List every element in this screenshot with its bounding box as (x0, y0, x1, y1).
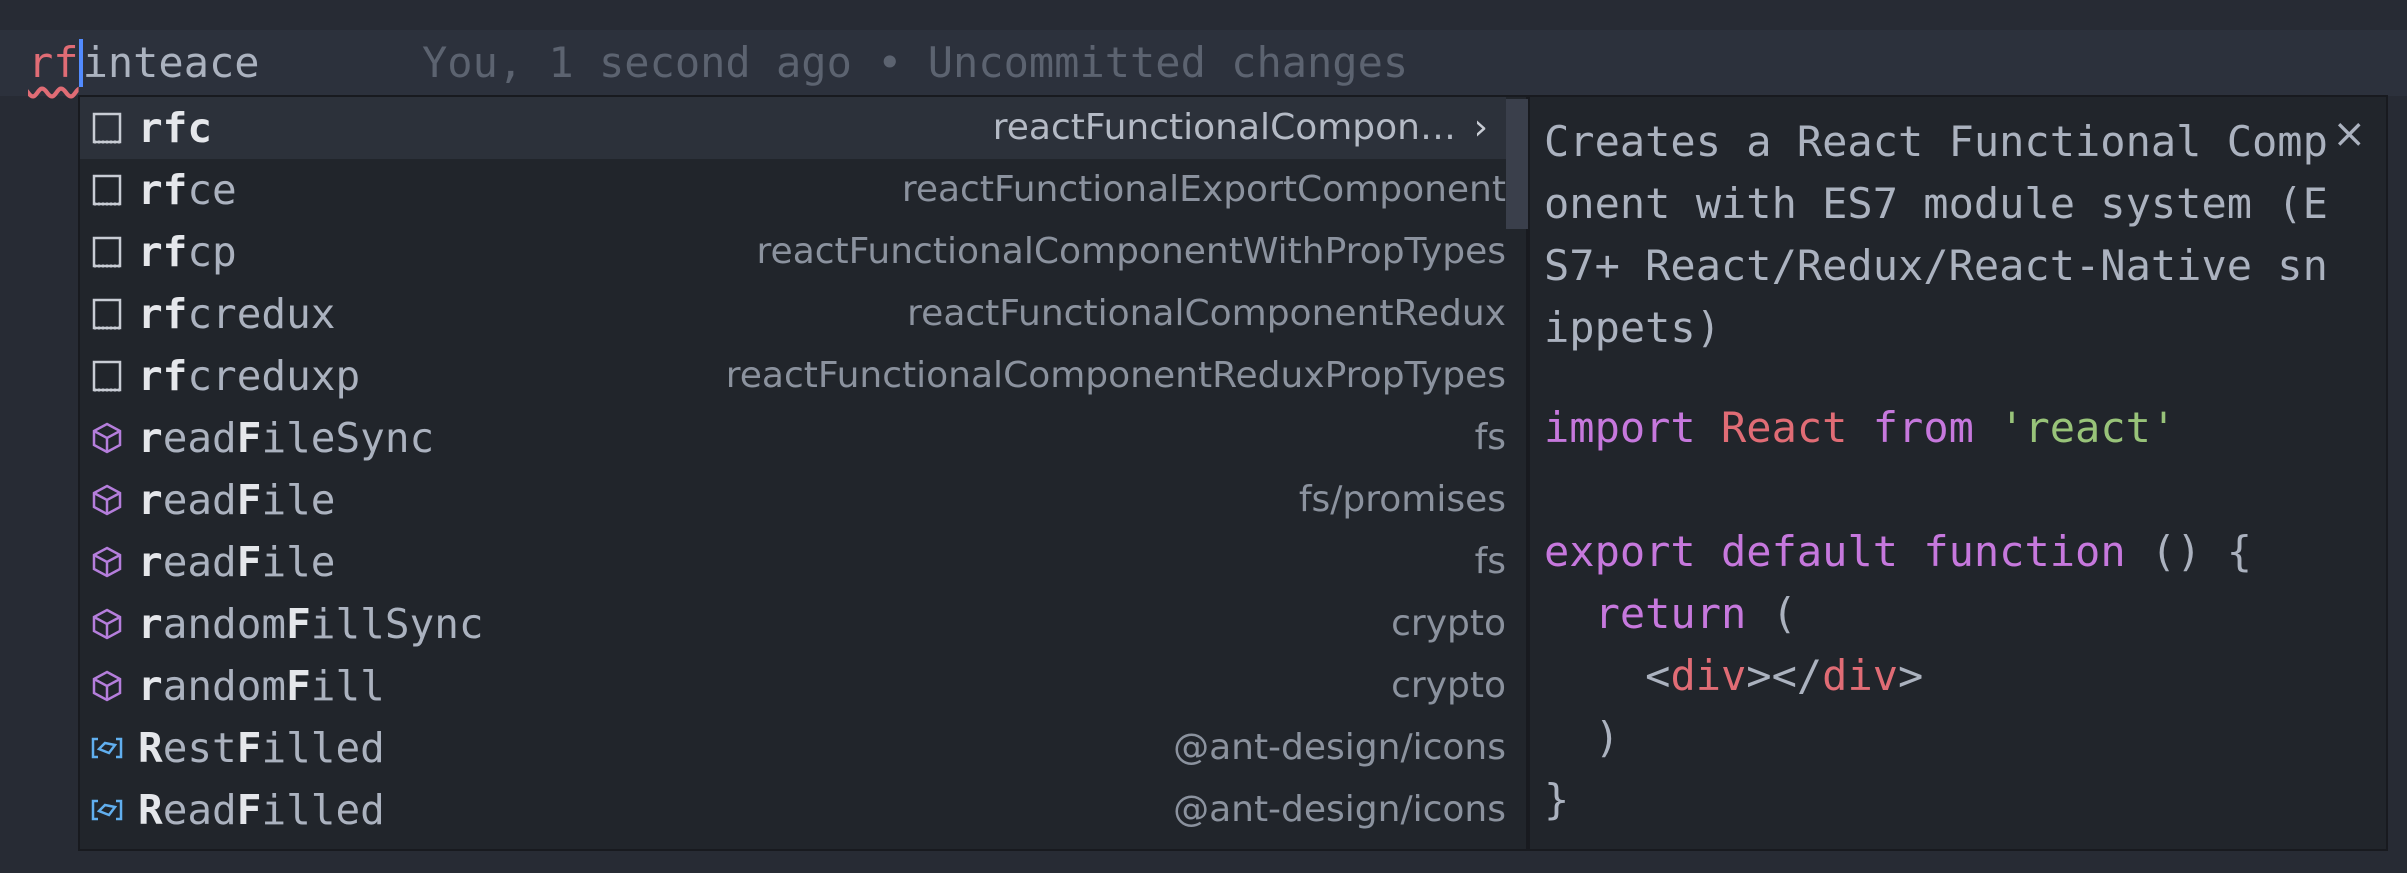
suggestion-label: rfcreduxp (138, 352, 361, 400)
suggestion-item[interactable]: readFile fs/promises (80, 469, 1506, 531)
suggestion-item[interactable]: rfcredux reactFunctionalComponentRedux (80, 283, 1506, 345)
remaining-text: inteace (82, 38, 260, 87)
code-line: import React from 'react' (1544, 403, 2177, 452)
suggestion-item[interactable]: readFileSync fs (80, 407, 1506, 469)
suggestion-item[interactable]: rfce reactFunctionalExportComponent (80, 159, 1506, 221)
suggestion-label: readFile (138, 538, 336, 586)
git-blame-annotation: You, 1 second ago • Uncommitted changes (422, 38, 1409, 87)
code-line: export default function () { (1544, 527, 2253, 576)
suggestion-label: readFileSync (138, 414, 435, 462)
suggestion-detail: crypto (1391, 665, 1506, 706)
suggestion-label: randomFillSync (138, 600, 484, 648)
snippet-description: Creates a React Functional Component wit… (1544, 117, 2328, 352)
method-icon (90, 607, 124, 641)
code-line: } (1544, 775, 1570, 824)
code-line: return ( (1594, 589, 1797, 638)
typed-prefix: rf (28, 38, 79, 87)
suggestion-label: readFile (138, 476, 336, 524)
suggestion-detail: @ant-design/icons (1173, 789, 1506, 830)
suggest-scrollbar[interactable] (1506, 99, 1528, 229)
method-icon (90, 669, 124, 703)
snippet-icon (90, 359, 124, 393)
method-icon (90, 421, 124, 455)
suggestion-detail: fs (1474, 417, 1506, 458)
snippet-icon (90, 111, 124, 145)
suggestion-label: randomFill (138, 662, 385, 710)
suggest-widget: ReadFilled @ant-design/icons RestFilled @a… (78, 95, 1528, 851)
suggestion-item[interactable]: rfcp reactFunctionalComponentWithPropType… (80, 221, 1506, 283)
code-line: ) (1544, 713, 1620, 762)
snippet-icon (90, 173, 124, 207)
suggestion-item[interactable]: randomFillSync crypto (80, 593, 1506, 655)
suggestion-item[interactable]: ReadFilled @ant-design/icons (80, 779, 1506, 841)
suggest-details-panel: Creates a React Functional Component wit… (1528, 95, 2388, 851)
suggestion-item[interactable]: rfc reactFunctionalCompon… › (80, 97, 1506, 159)
suggestion-detail: reactFunctionalComponentRedux (907, 293, 1506, 334)
chevron-right-icon[interactable]: › (1474, 97, 1488, 159)
editor-line-text[interactable]: rfinteace (28, 30, 260, 96)
suggestion-detail: reactFunctionalExportComponent (901, 169, 1506, 210)
variable-icon (90, 731, 124, 765)
snippet-icon (90, 297, 124, 331)
suggestion-item[interactable]: randomFill crypto (80, 655, 1506, 717)
suggestion-label: rfc (138, 104, 213, 152)
suggestion-detail: fs/promises (1298, 479, 1506, 520)
code-line: <div></div> (1544, 651, 1924, 700)
suggestion-label: RestFilled (138, 724, 385, 772)
suggestion-detail: crypto (1391, 603, 1506, 644)
suggestion-label: rfcredux (138, 290, 336, 338)
variable-icon (90, 793, 124, 827)
editor-current-line[interactable]: rfinteace You, 1 second ago • Uncommitte… (0, 30, 2407, 96)
suggestion-detail: reactFunctionalComponentReduxPropTypes (725, 355, 1506, 396)
suggestion-item[interactable]: readFile fs (80, 531, 1506, 593)
close-icon[interactable]: × (2332, 111, 2366, 157)
suggestion-detail: reactFunctionalComponentWithPropTypes (756, 231, 1506, 272)
suggestion-label: rfce (138, 166, 237, 214)
snippet-code-preview: import React from 'react' export default … (1544, 397, 2252, 831)
snippet-icon (90, 235, 124, 269)
suggestion-detail: reactFunctionalCompon… (992, 107, 1456, 148)
suggestion-item[interactable]: rfcreduxp reactFunctionalComponentReduxPr… (80, 345, 1506, 407)
method-icon (90, 545, 124, 579)
suggestion-detail: @ant-design/icons (1173, 727, 1506, 768)
suggestion-label: rfcp (138, 228, 237, 276)
suggestion-item[interactable]: RestFilled @ant-design/icons (80, 717, 1506, 779)
suggestion-label: ReadFilled (138, 786, 385, 834)
method-icon (90, 483, 124, 517)
suggestion-detail: fs (1474, 541, 1506, 582)
